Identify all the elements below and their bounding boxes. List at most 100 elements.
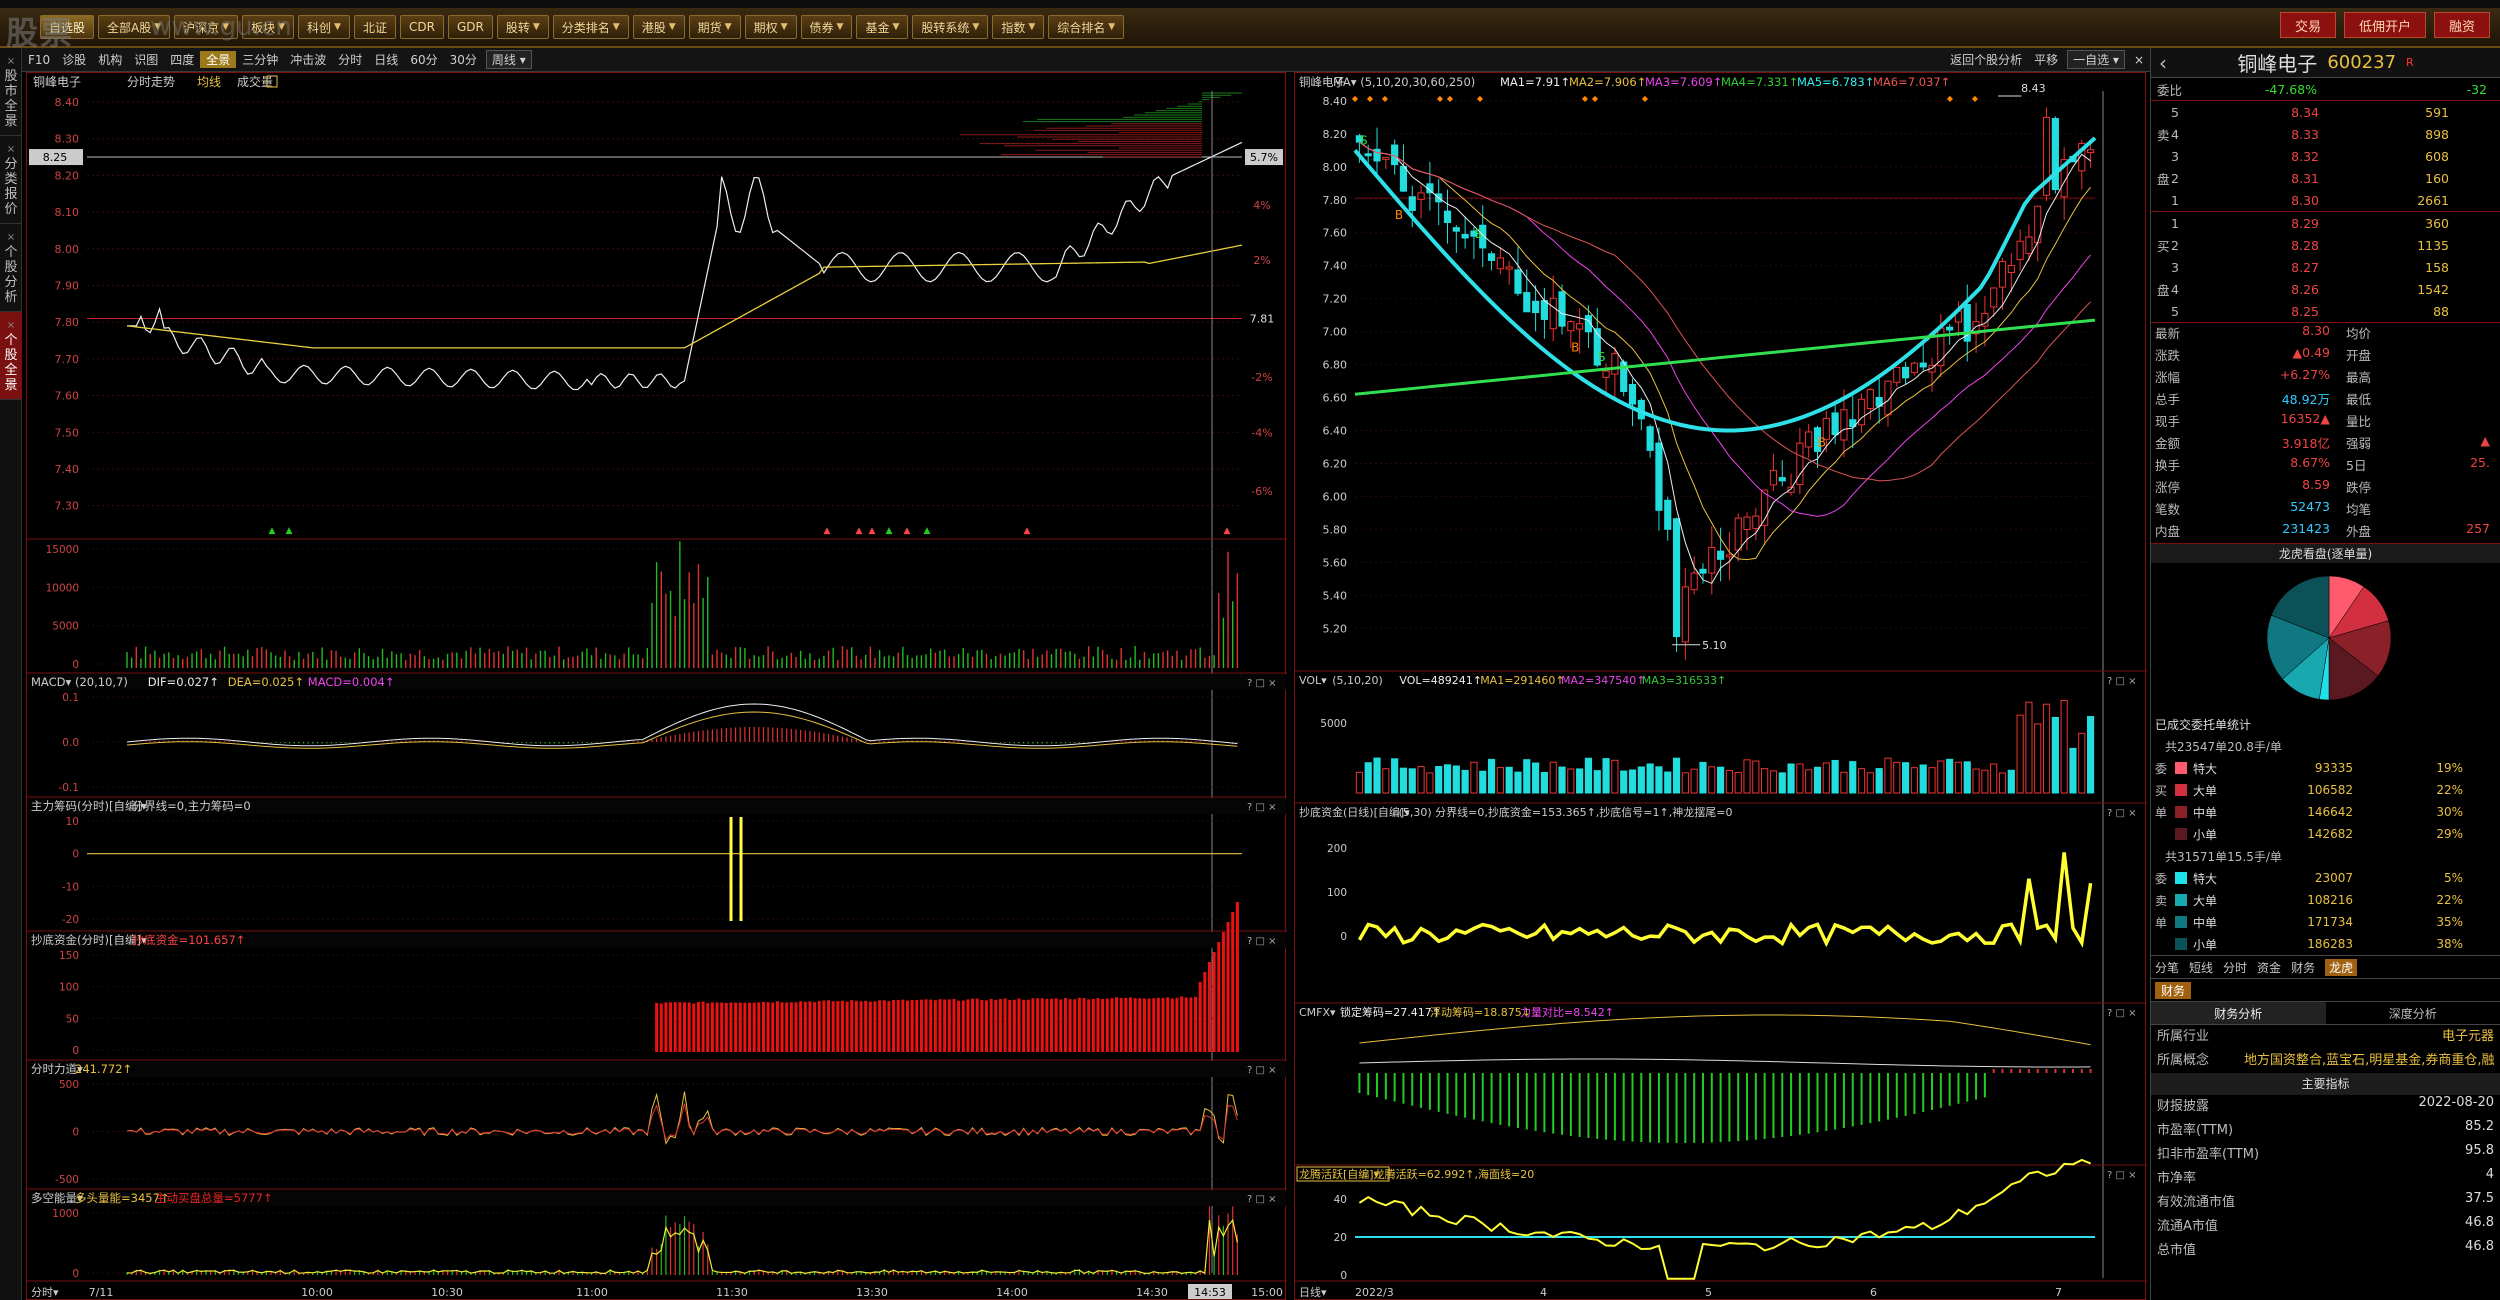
toolbar-right-0[interactable]: 返回个股分析 <box>1944 51 2028 68</box>
indicator-row: 流通A市值 46.8 <box>2151 1215 2500 1239</box>
toolbar-item-7[interactable]: 冲击波 <box>284 51 332 68</box>
left-tab-1[interactable]: × 分类报价 <box>0 136 22 224</box>
left-tab-char: 个 <box>4 245 18 260</box>
toolbar-item-6[interactable]: 三分钟 <box>236 51 284 68</box>
fin-tab[interactable]: 财务 <box>2155 981 2192 999</box>
close-icon[interactable]: × <box>2128 53 2150 67</box>
sell-level-5[interactable]: 5 8.34 591 <box>2151 101 2500 123</box>
k-y-tick: 7.00 <box>1323 326 1348 339</box>
toolbar-item-8[interactable]: 分时 <box>332 51 368 68</box>
macd-title-text: MACD▾ <box>31 675 71 689</box>
panel-tab-1[interactable]: 短线 <box>2189 959 2213 976</box>
group-row: 单 中单 171734 35% <box>2151 911 2500 933</box>
sell-level-2[interactable]: 盘 2 8.31 160 <box>2151 167 2500 189</box>
locked-chip-line <box>1359 1014 2091 1046</box>
top-action-button-0[interactable]: 交易 <box>2279 12 2336 38</box>
kvol-bar <box>1875 768 1883 794</box>
back-chevron-icon[interactable]: ‹ <box>2159 51 2167 75</box>
fin-subtab-1[interactable]: 深度分析 <box>2326 1002 2500 1024</box>
market-tab-7[interactable]: GDR <box>447 15 493 39</box>
close-icon[interactable]: × <box>0 230 22 245</box>
panel-tab-0[interactable]: 分笔 <box>2155 959 2179 976</box>
fin-key: 所属行业 <box>2157 1029 2210 1044</box>
market-tab-9[interactable]: 分类排名 ▼ <box>552 15 629 39</box>
close-icon[interactable]: × <box>0 318 22 333</box>
k-y-tick: 5.60 <box>1323 556 1348 569</box>
sell-level-1[interactable]: 1 8.30 2661 <box>2151 189 2500 211</box>
market-tab-12[interactable]: 期权 ▼ <box>744 15 797 39</box>
market-tab-15[interactable]: 股转系统 ▼ <box>912 15 989 39</box>
left-tab-0[interactable]: × 股市全景 <box>0 48 22 136</box>
force-line <box>126 1091 1238 1145</box>
panel-tab-3[interactable]: 资金 <box>2257 959 2281 976</box>
group-row: 委 特大 23007 5% <box>2151 867 2500 889</box>
buy-level-5[interactable]: 5 8.25 88 <box>2151 300 2500 322</box>
buy-level-1[interactable]: 1 8.29 360 <box>2151 212 2500 234</box>
toolbar-item-4[interactable]: 四度 <box>164 51 200 68</box>
toolbar-item-1[interactable]: 诊股 <box>56 51 92 68</box>
buy-level-4[interactable]: 盘 4 8.26 1542 <box>2151 278 2500 300</box>
market-tab-16[interactable]: 指数 ▼ <box>992 15 1045 39</box>
top-action-button-1[interactable]: 低佣开户 <box>2343 12 2426 38</box>
panel-tab-4[interactable]: 财务 <box>2291 959 2315 976</box>
left-tab-2[interactable]: × 个股分析 <box>0 224 22 312</box>
lthy-tick: 40 <box>1334 1194 1347 1206</box>
toolbar-right-1[interactable]: 平移 <box>2028 51 2064 68</box>
market-tab-6[interactable]: CDR <box>399 15 444 39</box>
energy-line <box>126 1218 1238 1275</box>
market-tab-17[interactable]: 综合排名 ▼ <box>1048 15 1125 39</box>
panel-tab-2[interactable]: 分时 <box>2223 959 2247 976</box>
market-tab-5[interactable]: 北证 <box>353 15 396 39</box>
group-value: 106582 <box>2307 783 2353 797</box>
toolbar-item-3[interactable]: 识图 <box>128 51 164 68</box>
group-name: 大单 <box>2193 783 2218 798</box>
toolbar-item-9[interactable]: 日线 <box>368 51 404 68</box>
toolbar-item-0[interactable]: F10 <box>22 53 56 67</box>
close-icon[interactable]: × <box>0 142 22 157</box>
toolbar-item-12[interactable]: 周线 ▾ <box>485 50 532 69</box>
left-tab-char: 景 <box>4 378 18 393</box>
market-tab-13[interactable]: 债券 ▼ <box>800 15 853 39</box>
lthy-title-part: 龙腾活跃=62.992↑,海面线=20 <box>1374 1167 1535 1181</box>
market-tab-14[interactable]: 基金 ▼ <box>856 15 909 39</box>
stat-row: 涨跌 ▲0.49 开盘 <box>2151 345 2500 367</box>
kvol-bar <box>1787 763 1795 794</box>
close-icon[interactable]: × <box>0 54 22 69</box>
buy-level-3[interactable]: 3 8.27 158 <box>2151 256 2500 278</box>
fin-subtab-0[interactable]: 财务分析 <box>2151 1002 2326 1024</box>
toolbar-item-5[interactable]: 全景 <box>200 51 237 68</box>
sell-level-4[interactable]: 卖 4 8.33 898 <box>2151 123 2500 145</box>
buy-level-2[interactable]: 买 2 8.28 1135 <box>2151 234 2500 256</box>
sell-signal: S <box>1598 350 1606 364</box>
top-action-button-2[interactable]: 融资 <box>2433 12 2490 38</box>
fin-row: 所属行业 电子元器 <box>2151 1025 2500 1049</box>
toolbar-item-2[interactable]: 机构 <box>92 51 128 68</box>
market-tab-11[interactable]: 期货 ▼ <box>688 15 741 39</box>
market-tab-4[interactable]: 科创 ▼ <box>298 15 350 39</box>
macd-title-text: (20,10,7) <box>75 675 128 689</box>
floating-chip-line <box>1359 1058 2091 1068</box>
left-tab-3[interactable]: × 个股全景 <box>0 312 22 400</box>
stat-row: 总手 48.92万 最低 <box>2151 389 2500 411</box>
kvol-bar <box>2060 699 2068 794</box>
vol-tick: 15000 <box>46 544 79 556</box>
toolbar-item-11[interactable]: 30分 <box>444 51 483 68</box>
zljm-tick: 10 <box>66 816 79 828</box>
level: 4 <box>2171 126 2179 142</box>
market-tab-8[interactable]: 股转 ▼ <box>496 15 549 39</box>
signal-marker: ▲ <box>869 526 876 536</box>
event-marker: ◆ <box>1972 94 1979 103</box>
kvol-bar <box>1391 758 1399 794</box>
kvol-bar <box>1946 758 1954 794</box>
dknl-title: 多空能量▾多头量能=3457↑主动买盘总量=5777↑ <box>31 1191 273 1205</box>
toolbar-item-10[interactable]: 60分 <box>404 51 443 68</box>
high-label: 8.43 <box>2021 82 2046 95</box>
market-tab-10[interactable]: 港股 ▼ <box>632 15 685 39</box>
sell-level-3[interactable]: 3 8.32 608 <box>2151 145 2500 167</box>
candle-body <box>1990 287 1998 308</box>
candle-body <box>1505 266 1513 270</box>
panel-tab-5[interactable]: 龙虎 <box>2325 958 2358 976</box>
macd-title-text: DEA=0.025↑ <box>228 675 304 689</box>
toolbar-right-2[interactable]: 一自选 ▾ <box>2067 50 2125 69</box>
vol-window-icons: ? □ × <box>2107 676 2137 687</box>
